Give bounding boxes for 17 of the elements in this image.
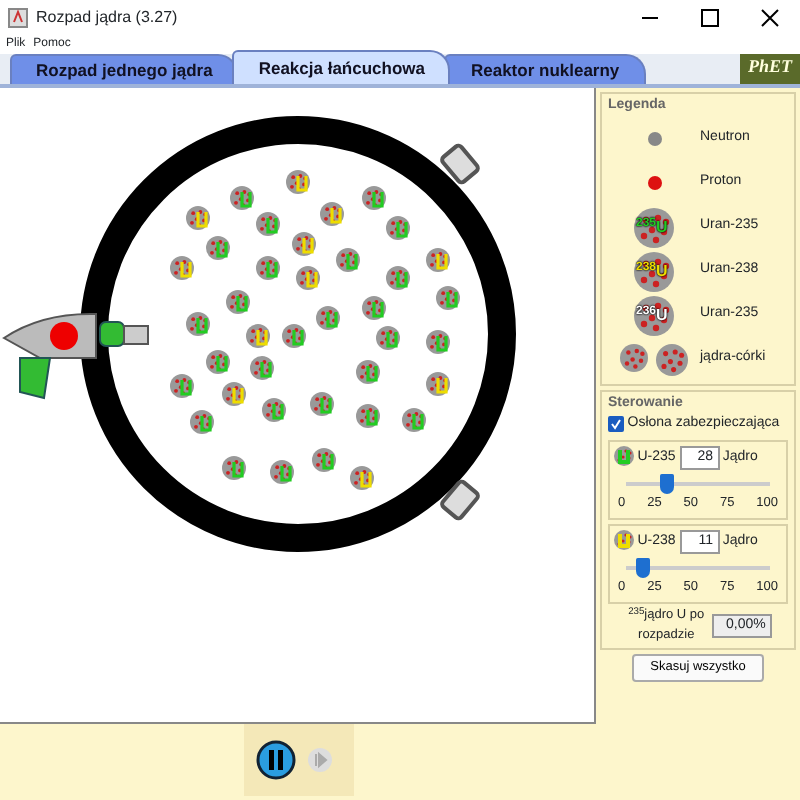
proton-icon — [647, 176, 661, 190]
check-icon — [610, 418, 622, 431]
nucleus-icon — [634, 295, 674, 335]
nucleus-icon — [634, 251, 674, 291]
tab[interactable]: Reakcja łańcuchowa — [232, 50, 451, 84]
window-title: Rozpad jądra (3.27) — [36, 5, 178, 29]
nucleus-icon — [634, 207, 674, 247]
neutron-icon — [647, 132, 661, 146]
tab[interactable]: Reaktor nuklearny — [444, 54, 646, 84]
slider-thumb[interactable] — [660, 473, 675, 494]
fragment-icon — [656, 343, 688, 375]
app-icon — [8, 7, 28, 27]
shield-checkbox[interactable] — [608, 416, 624, 433]
fragment-icon — [620, 343, 648, 371]
pause-button[interactable] — [256, 740, 296, 780]
slider-thumb[interactable] — [635, 557, 650, 578]
logo: PhET — [739, 54, 800, 84]
